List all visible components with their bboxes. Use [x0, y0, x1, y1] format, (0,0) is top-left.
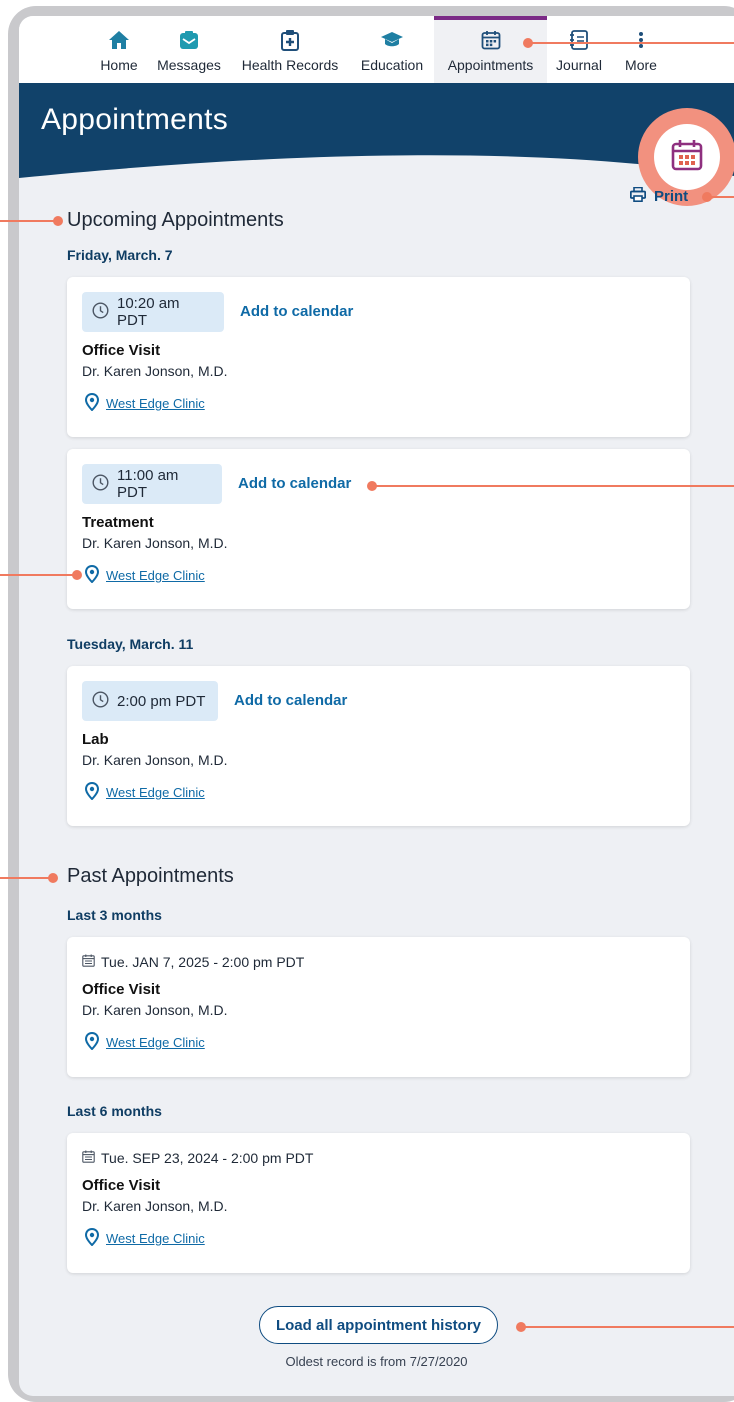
printer-icon	[629, 186, 647, 206]
location-pin-icon	[84, 392, 100, 414]
location-pin-icon	[84, 1227, 100, 1249]
add-to-calendar-link[interactable]: Add to calendar	[240, 303, 353, 320]
top-nav: Home Messages Health Records Education A…	[19, 16, 734, 83]
load-history-button[interactable]: Load all appointment history	[259, 1306, 498, 1344]
callout-dot	[516, 1322, 526, 1332]
doctor-name: Dr. Karen Jonson, M.D.	[82, 1002, 228, 1018]
nav-appointments[interactable]: Appointments	[434, 16, 547, 83]
appointment-type: Office Visit	[82, 342, 161, 359]
upcoming-date-2: Tuesday, March. 11	[67, 636, 194, 652]
clock-icon	[92, 473, 109, 495]
callout-line	[0, 574, 78, 576]
callout-dot	[367, 481, 377, 491]
home-icon	[108, 29, 130, 51]
location-label: West Edge Clinic	[106, 568, 205, 583]
journal-icon	[569, 29, 589, 51]
doctor-name: Dr. Karen Jonson, M.D.	[82, 535, 228, 551]
health-records-icon	[280, 29, 300, 51]
messages-icon	[179, 29, 199, 51]
appointment-type: Office Visit	[82, 981, 161, 998]
nav-appointments-label: Appointments	[447, 57, 534, 73]
past-period-1: Last 3 months	[67, 907, 162, 923]
callout-dot	[702, 192, 712, 202]
calendar-small-icon	[82, 1150, 95, 1166]
time-label: 11:00 am PDT	[117, 467, 179, 501]
location-link[interactable]: West Edge Clinic	[84, 781, 205, 803]
appointment-type: Treatment	[82, 514, 154, 531]
doctor-name: Dr. Karen Jonson, M.D.	[82, 752, 228, 768]
location-pin-icon	[84, 564, 100, 586]
past-appointment-card: Tue. JAN 7, 2025 - 2:00 pm PDT Office Vi…	[67, 937, 690, 1077]
nav-education-label: Education	[360, 57, 424, 73]
nav-education[interactable]: Education	[359, 16, 425, 83]
nav-messages[interactable]: Messages	[155, 16, 223, 83]
oldest-record-note: Oldest record is from 7/27/2020	[285, 1354, 468, 1369]
nav-more-label: More	[625, 57, 657, 73]
callout-line	[528, 42, 734, 44]
nav-health-records[interactable]: Health Records	[241, 16, 339, 83]
location-pin-icon	[84, 1031, 100, 1053]
nav-journal-label: Journal	[556, 57, 602, 73]
location-link[interactable]: West Edge Clinic	[84, 1227, 205, 1249]
callout-line	[521, 1326, 734, 1328]
print-label: Print	[654, 188, 689, 205]
clock-icon	[92, 301, 109, 323]
past-datetime-label: Tue. SEP 23, 2024 - 2:00 pm PDT	[101, 1150, 314, 1166]
calendar-badge-icon	[670, 138, 704, 177]
location-label: West Edge Clinic	[106, 1231, 205, 1246]
past-datetime: Tue. JAN 7, 2025 - 2:00 pm PDT	[82, 954, 304, 970]
location-label: West Edge Clinic	[106, 1035, 205, 1050]
location-pin-icon	[84, 781, 100, 803]
appointment-card: 2:00 pm PDT Add to calendar Lab Dr. Kare…	[67, 666, 690, 826]
education-icon	[380, 29, 404, 51]
location-label: West Edge Clinic	[106, 785, 205, 800]
past-appointment-card: Tue. SEP 23, 2024 - 2:00 pm PDT Office V…	[67, 1133, 690, 1273]
callout-line	[372, 485, 734, 487]
location-link[interactable]: West Edge Clinic	[84, 1031, 205, 1053]
nav-home-label: Home	[100, 57, 138, 73]
past-title: Past Appointments	[67, 865, 234, 887]
time-badge: 11:00 am PDT	[82, 464, 222, 504]
past-datetime: Tue. SEP 23, 2024 - 2:00 pm PDT	[82, 1150, 313, 1166]
past-datetime-label: Tue. JAN 7, 2025 - 2:00 pm PDT	[101, 954, 305, 970]
location-link[interactable]: West Edge Clinic	[84, 564, 205, 586]
app-screen: Home Messages Health Records Education A…	[19, 16, 734, 1396]
upcoming-date-1: Friday, March. 7	[67, 247, 173, 263]
appointment-card: 10:20 am PDT Add to calendar Office Visi…	[67, 277, 690, 437]
time-badge: 2:00 pm PDT	[82, 681, 218, 721]
more-icon	[638, 29, 644, 51]
nav-messages-label: Messages	[157, 57, 221, 73]
nav-home[interactable]: Home	[94, 16, 144, 83]
nav-more[interactable]: More	[619, 16, 663, 83]
calendar-small-icon	[82, 954, 95, 970]
callout-dot	[523, 38, 533, 48]
nav-journal[interactable]: Journal	[554, 16, 604, 83]
callout-dot	[53, 216, 63, 226]
time-badge: 10:20 am PDT	[82, 292, 224, 332]
appointment-card: 11:00 am PDT Add to calendar Treatment D…	[67, 449, 690, 609]
doctor-name: Dr. Karen Jonson, M.D.	[82, 363, 228, 379]
location-label: West Edge Clinic	[106, 396, 205, 411]
add-to-calendar-link[interactable]: Add to calendar	[238, 475, 351, 492]
doctor-name: Dr. Karen Jonson, M.D.	[82, 1198, 228, 1214]
callout-line	[0, 220, 60, 222]
upcoming-title: Upcoming Appointments	[67, 209, 284, 231]
print-button[interactable]: Print	[629, 186, 689, 206]
location-link[interactable]: West Edge Clinic	[84, 392, 205, 414]
calendar-icon	[481, 29, 501, 51]
page-title: Appointments	[41, 103, 229, 136]
nav-health-records-label: Health Records	[241, 57, 339, 73]
past-period-2: Last 6 months	[67, 1103, 162, 1119]
appointment-type: Office Visit	[82, 1177, 161, 1194]
callout-dot	[72, 570, 82, 580]
clock-icon	[92, 690, 109, 712]
time-label: 10:20 am PDT	[117, 295, 180, 329]
callout-line	[0, 877, 54, 879]
appointment-type: Lab	[82, 731, 109, 748]
callout-dot	[48, 873, 58, 883]
add-to-calendar-link[interactable]: Add to calendar	[234, 692, 347, 709]
page-header: Appointments	[19, 83, 734, 203]
time-label: 2:00 pm PDT	[117, 692, 206, 710]
